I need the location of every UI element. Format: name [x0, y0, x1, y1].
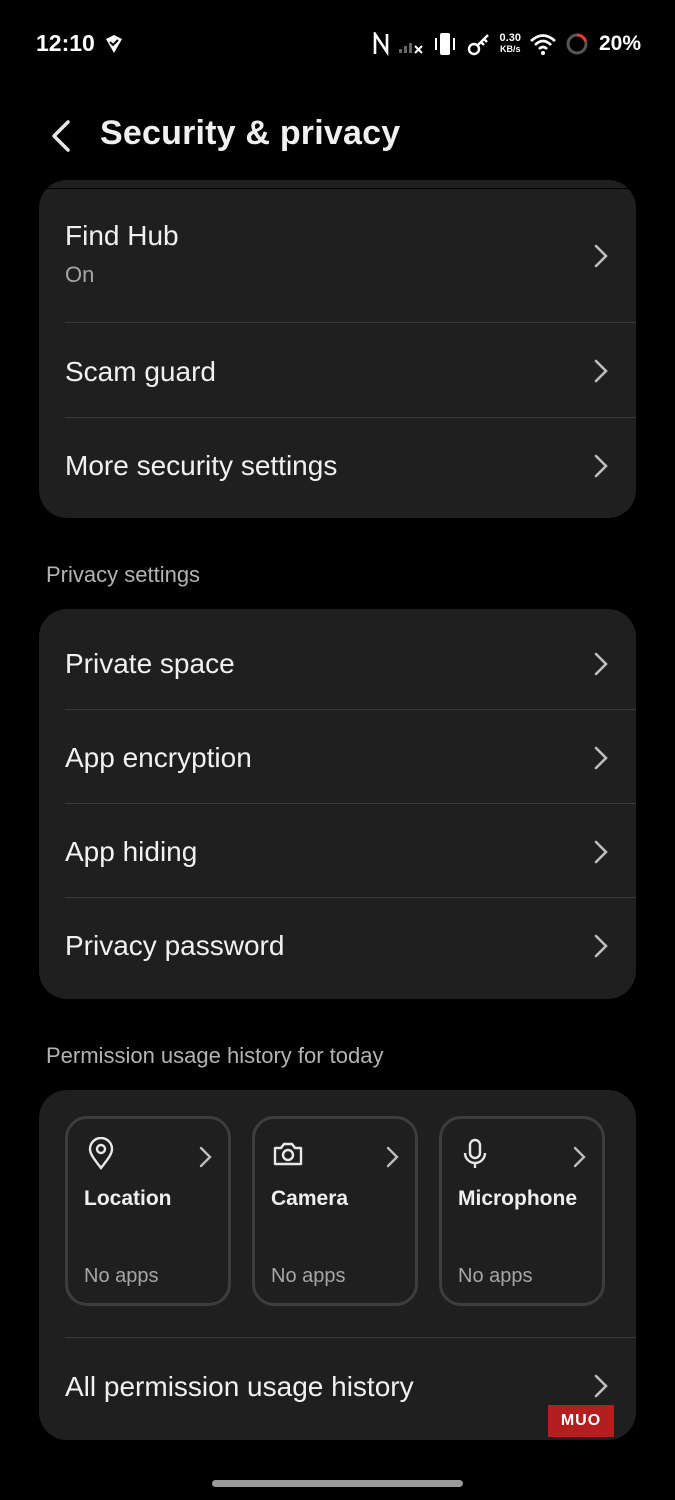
no-signal-icon	[398, 43, 423, 54]
chevron-right-icon	[594, 652, 608, 676]
chevron-right-icon	[594, 840, 608, 864]
permission-subtitle: No apps	[84, 1265, 159, 1287]
list-item-more-security-settings[interactable]: More security settings	[39, 418, 636, 518]
section-header-permissions: Permission usage history for today	[46, 1043, 384, 1068]
network-speed-unit: KB/s	[500, 44, 521, 54]
permission-subtitle: No apps	[458, 1265, 533, 1287]
vibrate-icon	[434, 33, 455, 55]
chevron-right-icon	[594, 746, 608, 770]
permission-subtitle: No apps	[271, 1265, 346, 1287]
chevron-right-icon	[386, 1146, 399, 1168]
list-item-private-space[interactable]: Private space	[39, 609, 636, 709]
row-title: App encryption	[65, 742, 252, 773]
list-item-scam-guard[interactable]: Scam guard	[39, 323, 636, 417]
chevron-right-icon	[573, 1146, 586, 1168]
section-header-privacy: Privacy settings	[46, 562, 201, 587]
page-title: Security & privacy	[100, 114, 401, 152]
security-card: Find Hub On Scam guard More security set…	[39, 180, 636, 518]
network-speed: 0.30 KB/s	[500, 33, 521, 55]
permission-card: Location No apps Camera No apps Micropho…	[39, 1090, 636, 1440]
list-item-app-hiding[interactable]: App hiding	[39, 804, 636, 897]
appbar-edge	[0, 188, 675, 189]
permission-card-camera[interactable]: Camera No apps	[252, 1116, 418, 1306]
list-item-find-hub[interactable]: Find Hub On	[39, 180, 636, 322]
list-item-all-permission-usage-history[interactable]: All permission usage history	[39, 1338, 636, 1440]
chevron-right-icon	[594, 359, 608, 383]
row-title: Find Hub	[65, 220, 179, 251]
back-arrow-icon	[52, 120, 70, 152]
chevron-right-icon	[199, 1146, 212, 1168]
location-pin-icon	[88, 1137, 114, 1170]
camera-icon	[273, 1142, 303, 1166]
security-status-icon	[106, 35, 122, 53]
nfc-icon	[373, 32, 388, 56]
watermark-logo: MUO	[548, 1405, 614, 1437]
back-button[interactable]	[40, 114, 84, 158]
list-item-privacy-password[interactable]: Privacy password	[39, 898, 636, 999]
battery-percent: 20%	[598, 32, 641, 55]
row-subtitle: On	[65, 262, 95, 287]
permission-title: Location	[84, 1187, 172, 1210]
status-time: 12:10	[36, 30, 95, 56]
battery-ring-icon	[566, 33, 588, 55]
permission-card-microphone[interactable]: Microphone No apps	[439, 1116, 605, 1306]
chevron-right-icon	[594, 1374, 608, 1398]
list-item-app-encryption[interactable]: App encryption	[39, 710, 636, 803]
vpn-key-icon	[467, 34, 489, 56]
chevron-right-icon	[594, 454, 608, 478]
privacy-card: Private space App encryption App hiding …	[39, 609, 636, 999]
app-bar: Security & privacy	[0, 88, 675, 189]
row-title: All permission usage history	[65, 1371, 414, 1402]
row-title: More security settings	[65, 450, 338, 481]
row-title: App hiding	[65, 836, 198, 867]
network-speed-value: 0.30	[499, 32, 521, 44]
status-bar: 12:10 0.30 KB/s 20%	[0, 0, 675, 88]
permission-title: Camera	[271, 1187, 349, 1210]
permission-title: Microphone	[458, 1187, 577, 1210]
gesture-nav-handle[interactable]	[212, 1480, 463, 1487]
permission-card-location[interactable]: Location No apps	[65, 1116, 231, 1306]
row-title: Scam guard	[65, 356, 216, 387]
chevron-right-icon	[594, 934, 608, 958]
status-icons: 0.30 KB/s 20%	[372, 28, 641, 60]
row-title: Privacy password	[65, 930, 285, 961]
row-title: Private space	[65, 648, 235, 679]
chevron-right-icon	[594, 244, 608, 268]
microphone-icon	[463, 1138, 487, 1168]
wifi-icon	[530, 34, 556, 55]
